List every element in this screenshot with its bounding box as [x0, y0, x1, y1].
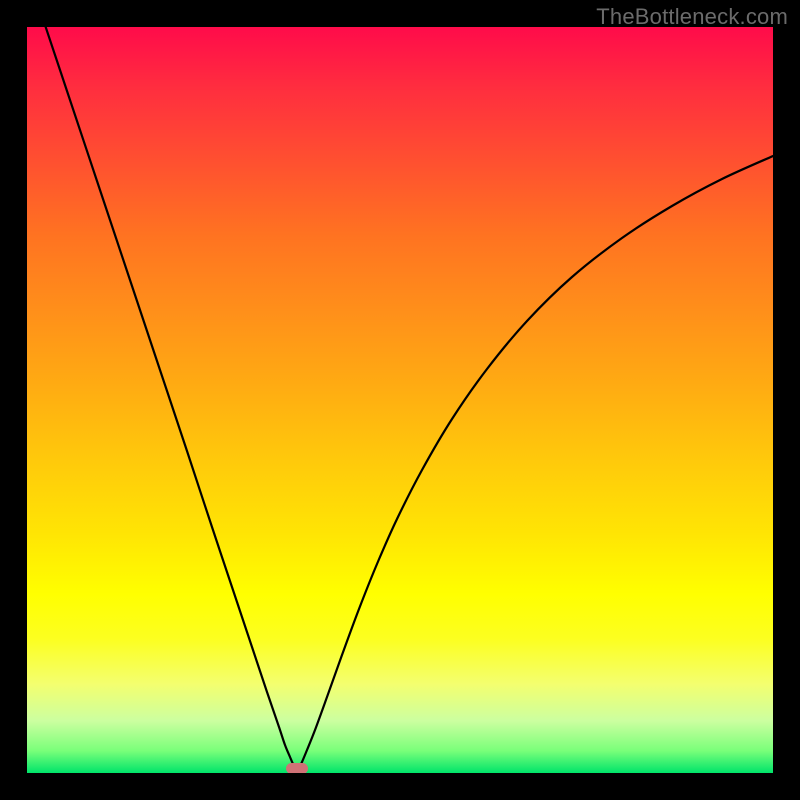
plot-area: [27, 27, 773, 773]
chart-frame: TheBottleneck.com: [0, 0, 800, 800]
bottleneck-curve: [43, 27, 773, 771]
watermark-text: TheBottleneck.com: [596, 4, 788, 30]
curve-layer: [27, 27, 773, 773]
optimal-marker: [286, 763, 308, 774]
